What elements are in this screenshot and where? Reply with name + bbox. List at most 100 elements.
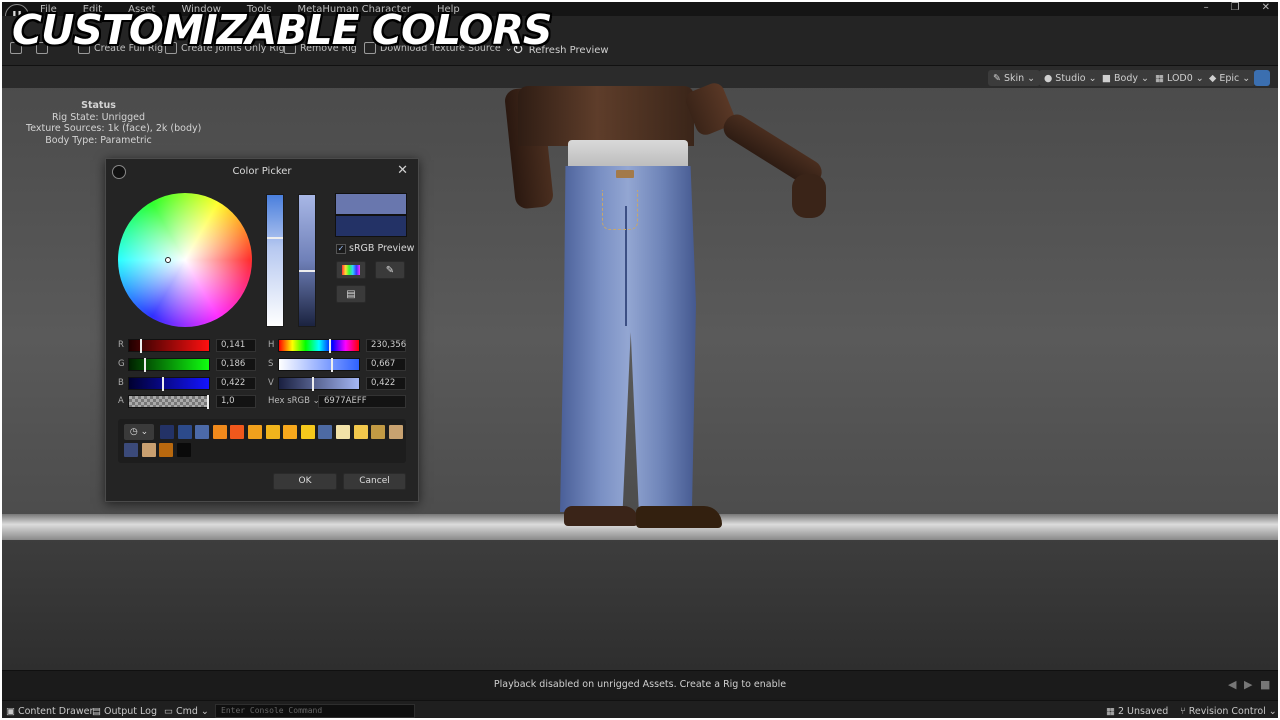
palette-swatch[interactable] (336, 425, 350, 439)
body-dropdown[interactable]: ■ Body ⌄ (1097, 70, 1154, 86)
green-slider-thumb[interactable] (144, 358, 146, 372)
rig-state: Rig State: Unrigged (51, 111, 146, 123)
palette-swatch[interactable] (353, 425, 368, 439)
light-icon: ● (1044, 72, 1053, 84)
stop-icon[interactable]: ■ (1260, 678, 1270, 691)
eyedropper-button[interactable]: ✎ (375, 261, 405, 279)
unsaved-button[interactable]: ▦ 2 Unsaved (1106, 706, 1168, 717)
chevron-down-icon: ⌄ (200, 706, 209, 717)
chevron-down-icon: ⌄ (1268, 706, 1277, 717)
close-window-icon[interactable]: ✕ (1262, 2, 1270, 13)
alpha-slider-thumb[interactable] (207, 395, 209, 409)
alpha-value-field[interactable]: 1,0 (216, 395, 256, 408)
hue-slider[interactable] (278, 339, 360, 353)
close-icon[interactable]: ✕ (397, 163, 408, 178)
lod-icon: ▦ (1155, 72, 1164, 84)
viewport-options-icon[interactable] (1254, 70, 1270, 86)
palette-swatch[interactable] (388, 425, 403, 439)
saturation-horizontal-thumb[interactable] (331, 358, 333, 372)
previous-frame-icon[interactable]: ◀ (1228, 678, 1236, 691)
value-channel-row: V 0,422 (268, 377, 408, 391)
jeans-back-pocket (602, 190, 638, 230)
clock-icon: ◷ (129, 427, 138, 437)
palette-swatch[interactable] (212, 425, 227, 439)
srgb-preview-checkbox[interactable]: ✓ sRGB Preview (336, 243, 414, 254)
editor-window: File Edit Asset Window Tools MetaHuman C… (0, 0, 1280, 720)
hex-mode-dropdown[interactable]: Hex sRGB ⌄ (268, 396, 320, 406)
saturation-value-field[interactable]: 0,667 (366, 358, 406, 371)
viewport-toolbar: ✎ Skin ⌄ ● Studio ⌄ ■ Body ⌄ ▦ LOD0 ⌄ ◆ Epic ⌄ (2, 66, 1278, 88)
saturation-slider-thumb[interactable] (267, 237, 283, 239)
spectrum-icon (342, 265, 360, 275)
video-headline: CUSTOMIZABLE COLORS (12, 6, 552, 54)
red-value-field[interactable]: 0,141 (216, 339, 256, 352)
floor (2, 540, 1278, 670)
value-horizontal-slider[interactable] (278, 377, 360, 391)
hex-value-field[interactable]: 6977AEFF (318, 395, 406, 408)
character-torso (518, 86, 694, 146)
palette-swatch[interactable] (141, 443, 156, 457)
value-horizontal-thumb[interactable] (312, 377, 314, 391)
color-wheel-selector[interactable] (165, 257, 171, 263)
palette-swatch[interactable] (265, 425, 280, 439)
palette-swatch[interactable] (248, 425, 262, 439)
cancel-button[interactable]: Cancel (343, 473, 406, 490)
palette-swatch[interactable] (230, 425, 245, 439)
console-input[interactable]: Enter Console Command (215, 704, 415, 718)
color-themes-button[interactable] (336, 261, 366, 279)
ok-button[interactable]: OK (273, 473, 337, 490)
palette-swatch[interactable] (300, 425, 315, 439)
output-log-button[interactable]: ▤ Output Log (92, 706, 157, 717)
palette-swatch[interactable] (318, 425, 333, 439)
hue-slider-thumb[interactable] (329, 339, 331, 353)
revision-control-button[interactable]: ⑂ Revision Control ⌄ (1180, 706, 1277, 717)
color-picker-title: Color Picker (232, 166, 292, 177)
cmd-dropdown[interactable]: ▭ Cmd ⌄ (164, 706, 209, 717)
quality-dropdown[interactable]: ◆ Epic ⌄ (1204, 70, 1256, 86)
skin-dropdown[interactable]: ✎ Skin ⌄ (988, 70, 1041, 86)
minimize-icon[interactable]: – (1204, 2, 1209, 13)
palette-swatch[interactable] (160, 425, 174, 439)
alpha-slider[interactable] (128, 395, 210, 409)
blue-slider-thumb[interactable] (162, 377, 164, 391)
blue-value-field[interactable]: 0,422 (216, 377, 256, 390)
maximize-icon[interactable]: ❐ (1231, 2, 1240, 13)
palette-swatch[interactable] (371, 425, 386, 439)
hue-value-field[interactable]: 230,356 (366, 339, 406, 352)
playback-bar: Playback disabled on unrigged Assets. Cr… (2, 670, 1278, 698)
saturation-horizontal-slider[interactable] (278, 358, 360, 372)
green-slider[interactable] (128, 358, 210, 372)
brush-icon: ✎ (993, 72, 1001, 84)
old-color-swatch[interactable] (335, 215, 407, 237)
value-slider[interactable] (298, 194, 316, 327)
palette-swatch[interactable] (177, 425, 192, 439)
studio-dropdown[interactable]: ● Studio ⌄ (1039, 70, 1102, 86)
blue-slider[interactable] (128, 377, 210, 391)
palette-swatch[interactable] (195, 425, 210, 439)
green-value-field[interactable]: 0,186 (216, 358, 256, 371)
camera-icon: ■ (1102, 72, 1111, 84)
terminal-icon: ▭ (164, 706, 173, 717)
palette-swatch[interactable] (124, 443, 138, 457)
status-panel: Status Rig State: Unrigged Texture Sourc… (26, 100, 201, 146)
status-bar: ▣ Content Drawer ▤ Output Log ▭ Cmd ⌄ Enter … (2, 700, 1278, 718)
diamond-icon: ◆ (1209, 72, 1217, 84)
red-slider-thumb[interactable] (140, 339, 142, 353)
palette-swatch[interactable] (159, 443, 174, 457)
jeans-label-patch (616, 170, 634, 178)
folder-icon: ▣ (6, 706, 15, 717)
color-picker-dialog: Color Picker ✕ ✓ sRGB Preview ✎ ▤ R 0,14… (105, 158, 419, 502)
saturation-slider[interactable] (266, 194, 284, 327)
body-type: Body Type: Parametric (45, 134, 152, 146)
history-dropdown[interactable]: ◷ ⌄ (124, 424, 154, 440)
value-slider-thumb[interactable] (299, 270, 315, 272)
palette-swatch[interactable] (283, 425, 298, 439)
play-icon[interactable]: ▶ (1244, 678, 1252, 691)
color-wheel[interactable] (118, 193, 252, 327)
value-value-field[interactable]: 0,422 (366, 377, 406, 390)
palette-swatch[interactable] (176, 443, 191, 457)
red-slider[interactable] (128, 339, 210, 353)
content-drawer-button[interactable]: ▣ Content Drawer (6, 706, 93, 717)
lod-dropdown[interactable]: ▦ LOD0 ⌄ (1150, 70, 1209, 86)
sample-screen-button[interactable]: ▤ (336, 285, 366, 303)
